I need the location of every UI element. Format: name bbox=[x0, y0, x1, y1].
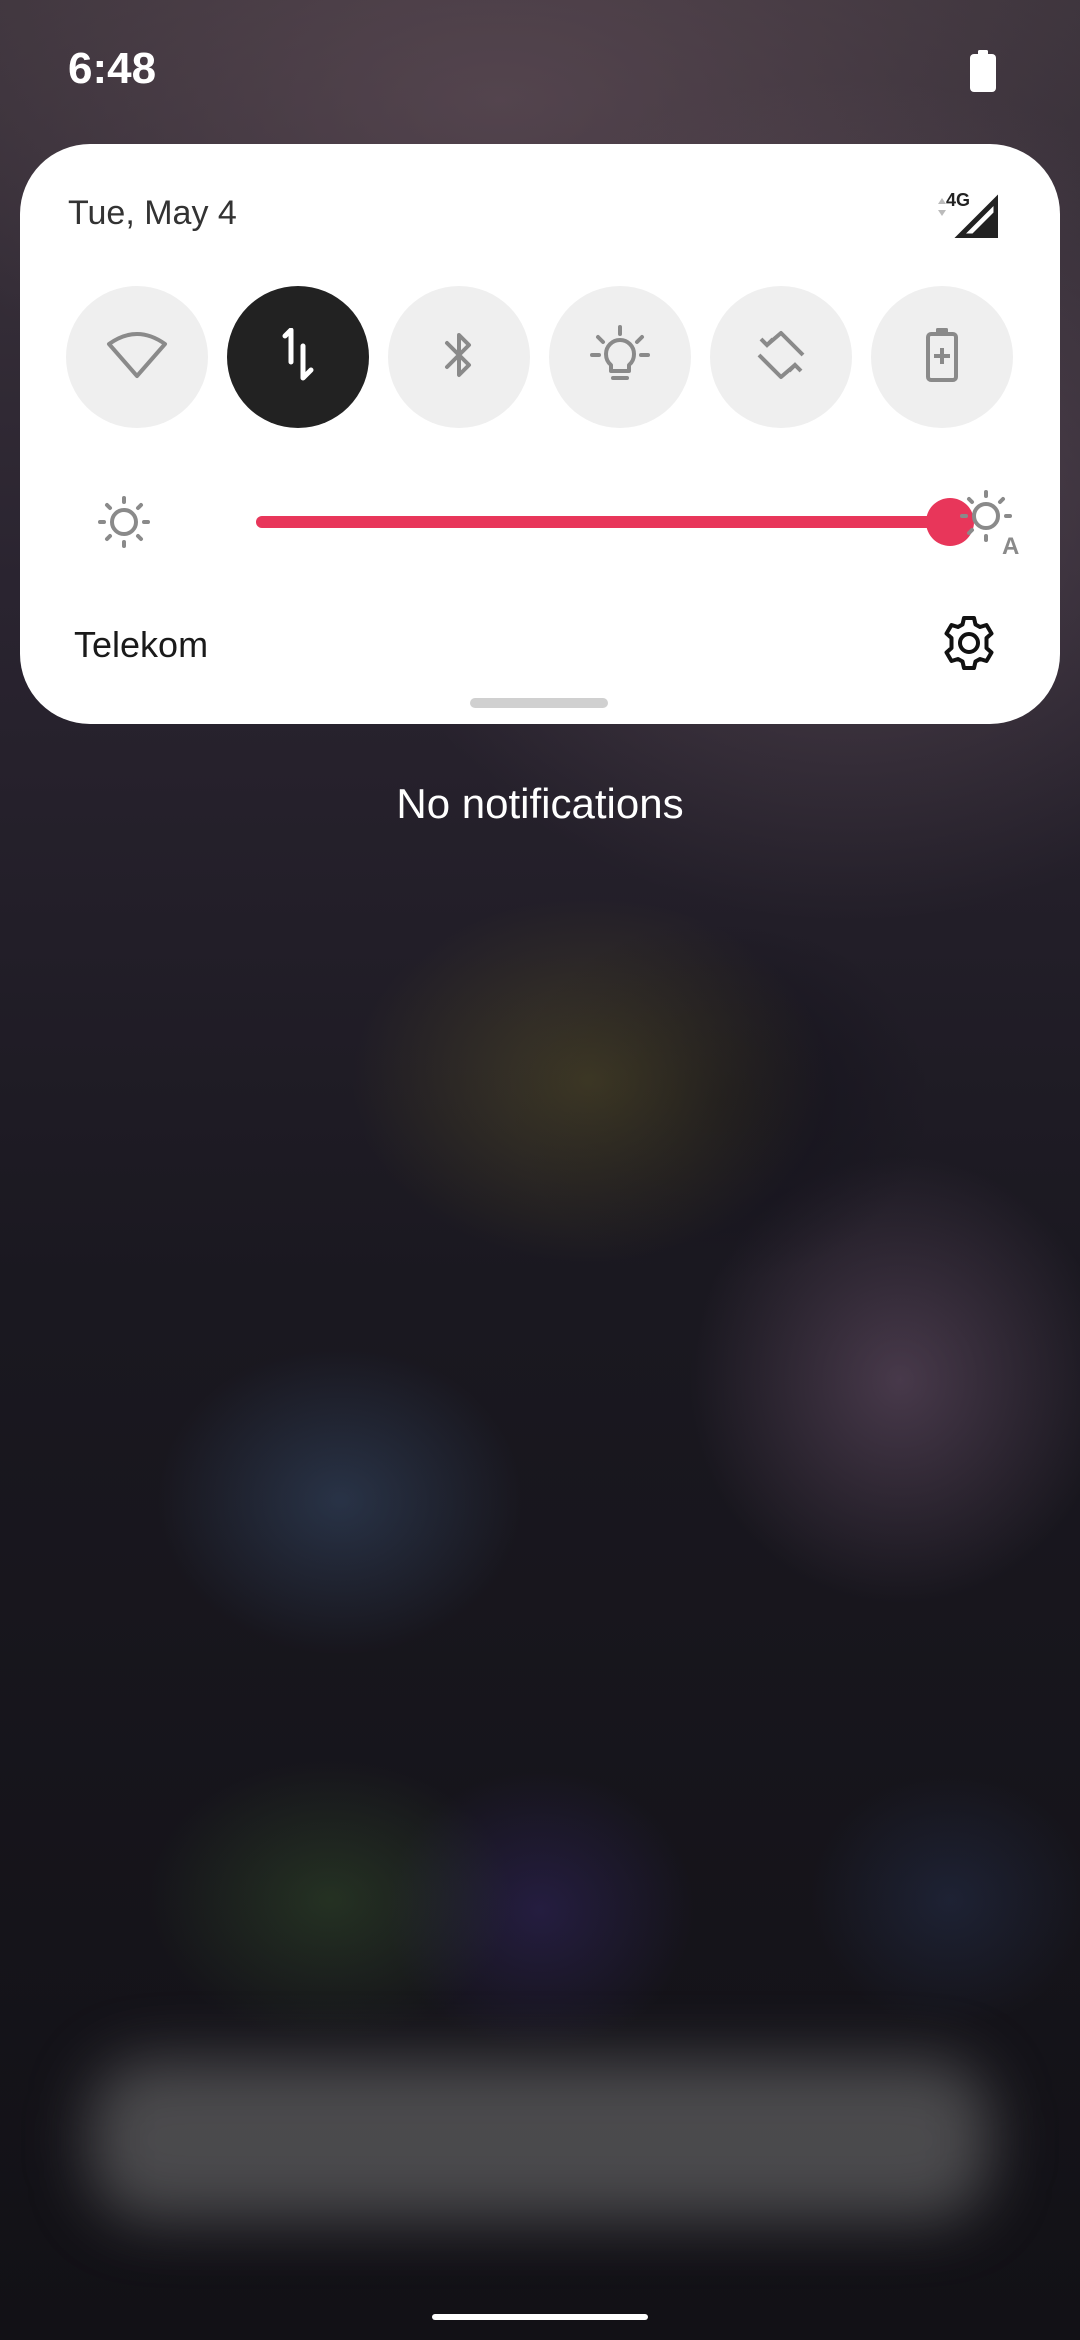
no-notifications-text: No notifications bbox=[396, 780, 684, 827]
panel-drag-handle[interactable] bbox=[470, 698, 608, 708]
gesture-nav-bar[interactable] bbox=[432, 2314, 648, 2320]
battery-icon bbox=[970, 50, 996, 97]
battery-saver-icon bbox=[926, 327, 958, 387]
quick-tiles-row bbox=[66, 286, 1016, 430]
cellular-signal-icon: 4G bbox=[934, 190, 998, 238]
tile-wifi[interactable] bbox=[66, 286, 208, 428]
status-time: 6:48 bbox=[68, 44, 157, 93]
flashlight-icon bbox=[590, 324, 650, 390]
svg-text:A: A bbox=[1002, 533, 1019, 556]
tile-flashlight[interactable] bbox=[549, 286, 691, 428]
bluetooth-icon bbox=[441, 327, 477, 388]
tile-auto-rotate[interactable] bbox=[710, 286, 852, 428]
gear-icon[interactable] bbox=[940, 614, 998, 677]
panel-date[interactable]: Tue, May 4 bbox=[68, 194, 237, 233]
brightness-slider[interactable] bbox=[256, 498, 974, 546]
brightness-slider-fill bbox=[256, 516, 950, 528]
wifi-icon bbox=[105, 330, 169, 385]
status-bar: 6:48 bbox=[0, 0, 1080, 140]
carrier-name: Telekom bbox=[74, 624, 209, 665]
brightness-row: A bbox=[80, 490, 1040, 564]
brightness-low-icon bbox=[98, 496, 150, 553]
mobile-data-icon bbox=[276, 327, 320, 387]
tile-battery-saver[interactable] bbox=[871, 286, 1013, 428]
tile-mobile-data[interactable] bbox=[227, 286, 369, 428]
tile-bluetooth[interactable] bbox=[388, 286, 530, 428]
quick-settings-panel: Tue, May 4 4G A Telekom bbox=[20, 144, 1060, 724]
auto-rotate-icon bbox=[753, 327, 809, 388]
dock-blur bbox=[90, 2060, 990, 2220]
brightness-auto-icon[interactable]: A bbox=[958, 488, 1026, 561]
